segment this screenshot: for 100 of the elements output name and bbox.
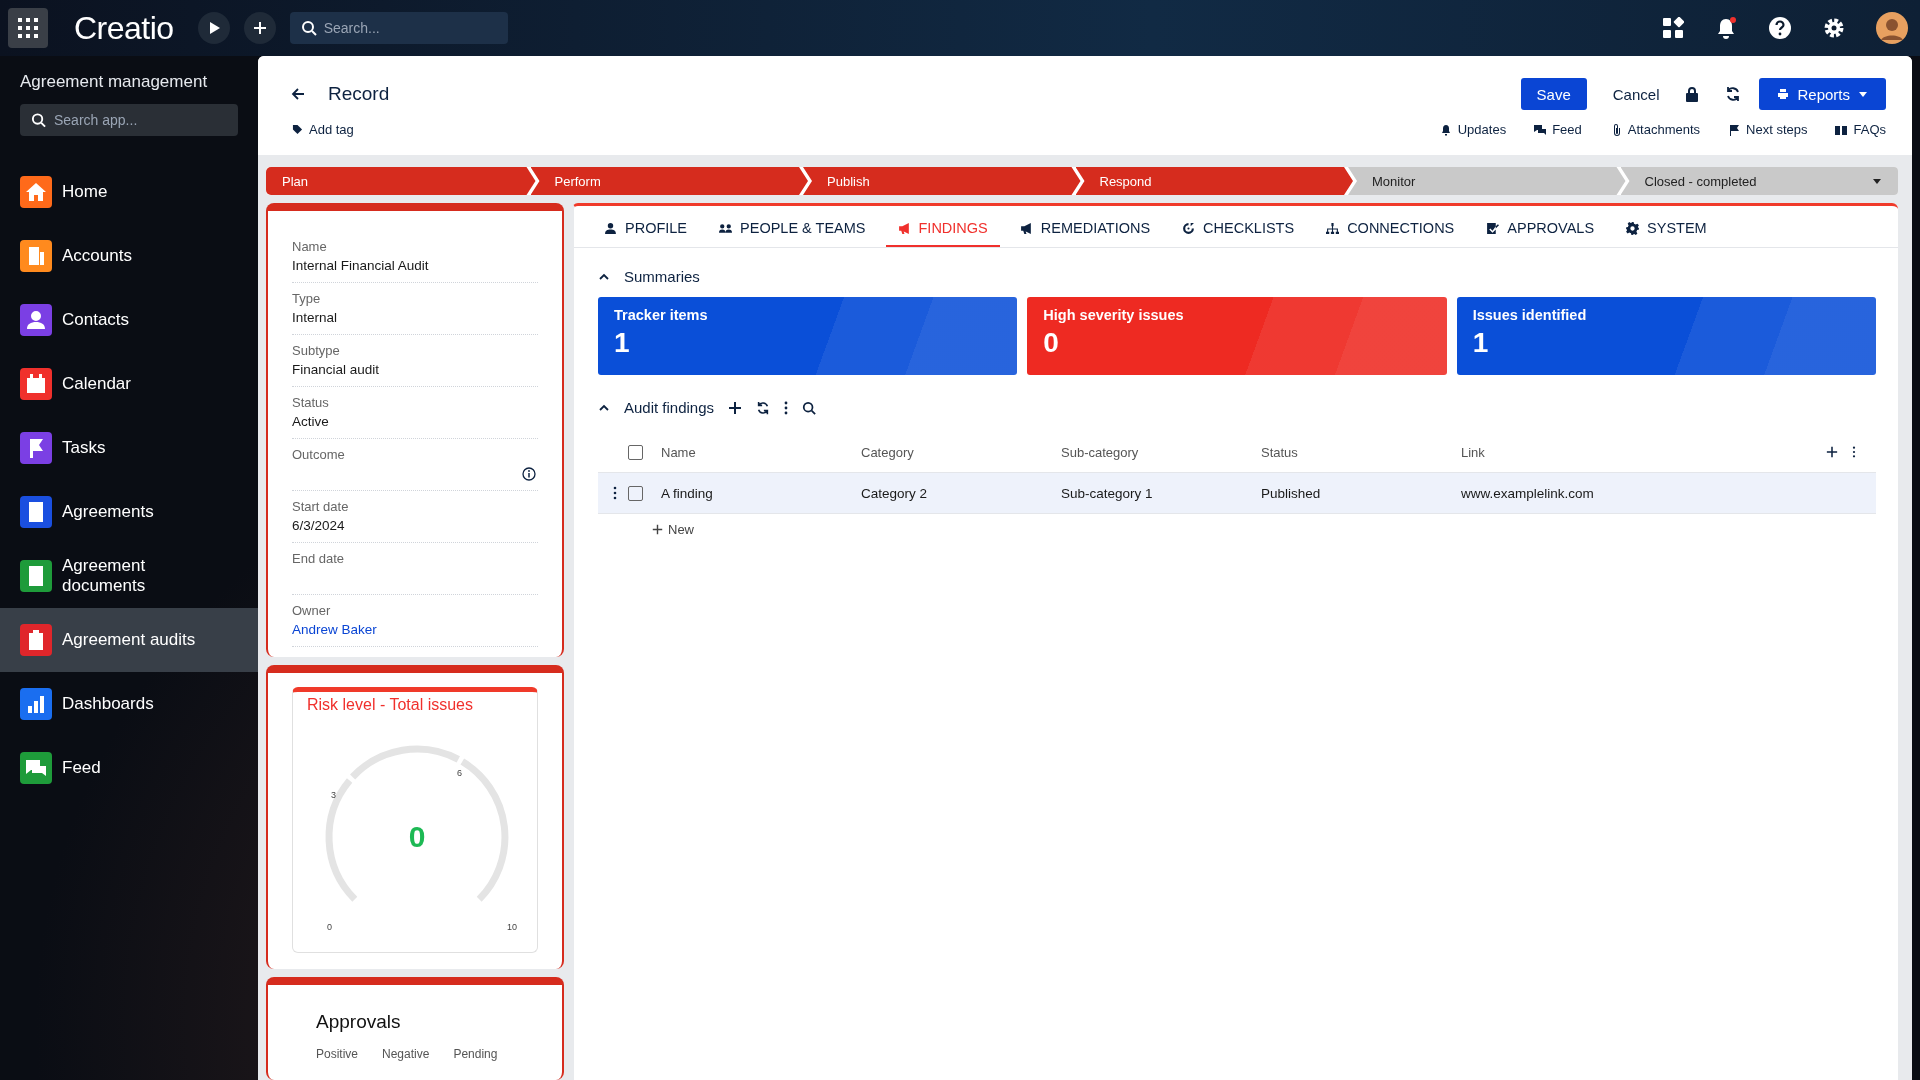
stage-step[interactable]: Plan [266, 167, 536, 195]
owner-link[interactable]: Andrew Baker [292, 622, 377, 637]
table-cell-text: Published [1261, 485, 1322, 501]
column-header[interactable]: Category [861, 444, 1061, 460]
more-icon[interactable] [784, 400, 789, 415]
stage-step[interactable]: Monitor [1348, 167, 1626, 195]
summary-card[interactable]: High severity issues 0 [1027, 297, 1447, 375]
cancel-button[interactable]: Cancel [1612, 85, 1660, 103]
header-link[interactable]: Feed [1534, 122, 1582, 137]
section-title: Summaries [624, 268, 700, 285]
column-header[interactable]: Sub-category [1061, 444, 1261, 460]
widget-title: Risk level - Total issues [307, 696, 474, 714]
add-icon[interactable] [728, 400, 743, 415]
header-link[interactable]: Attachments [1609, 122, 1701, 137]
stage-step[interactable]: Publish [803, 167, 1081, 195]
refresh-icon[interactable] [756, 400, 771, 415]
column-header[interactable]: Name [661, 444, 861, 460]
sidebar-item[interactable]: Feed [0, 736, 258, 800]
bell-icon [1439, 123, 1452, 136]
checkbox[interactable] [628, 485, 643, 501]
sidebar-item[interactable]: Contacts [0, 288, 258, 352]
megaphone-icon [1019, 221, 1033, 235]
target-icon [1182, 221, 1196, 235]
help-icon[interactable] [1768, 16, 1792, 40]
header-link[interactable]: Updates [1439, 122, 1507, 137]
lock-icon[interactable] [1685, 86, 1700, 102]
section-title: Audit findings [624, 399, 715, 416]
tab[interactable]: SYSTEM [1614, 210, 1719, 247]
tab[interactable]: PEOPLE & TEAMS [707, 210, 878, 247]
card-label: High severity issues [1043, 307, 1185, 323]
sidebar-item[interactable]: Home [0, 160, 258, 224]
header-link[interactable]: Next steps [1728, 122, 1808, 137]
tab[interactable]: APPROVALS [1474, 210, 1607, 247]
add-tag-link[interactable]: Add tag [292, 122, 354, 137]
add-button[interactable] [243, 12, 276, 44]
person-icon [604, 221, 617, 235]
column-header[interactable]: Status [1261, 444, 1461, 460]
field-label: Status [292, 395, 330, 410]
field-value: Financial audit [292, 362, 380, 377]
gear-icon [1626, 221, 1640, 235]
summary-card[interactable]: Issues identified 1 [1456, 297, 1876, 375]
table-cell-text: Category 2 [861, 485, 929, 501]
tag-icon [292, 124, 303, 135]
section-title: Approvals [316, 1011, 401, 1032]
tab[interactable]: PROFILE [592, 210, 700, 247]
sidebar-item[interactable]: Accounts [0, 224, 258, 288]
sidebar-item[interactable]: Dashboards [0, 672, 258, 736]
avatar[interactable] [1876, 12, 1908, 44]
table-cell-text: Sub-category 1 [1061, 485, 1154, 501]
table-cell-text: www.examplelink.com [1461, 485, 1595, 501]
stage-step[interactable]: Respond [1075, 167, 1353, 195]
info-icon[interactable] [522, 466, 536, 481]
search-icon[interactable] [802, 400, 817, 415]
hierarchy-icon [1326, 221, 1340, 235]
gauge-tick: 10 [507, 922, 517, 932]
tab[interactable]: CHECKLISTS [1170, 210, 1307, 247]
people-icon [719, 221, 733, 235]
header-link[interactable]: FAQs [1835, 122, 1886, 137]
more-icon[interactable] [1852, 446, 1856, 458]
flag-icon [1728, 123, 1741, 136]
run-button[interactable] [197, 12, 230, 44]
table-cell-text: A finding [661, 485, 714, 501]
search-field[interactable]: Search app... [20, 104, 238, 136]
settings-icon[interactable] [1822, 16, 1846, 40]
column-header[interactable]: Link [1461, 444, 1661, 460]
stage-step[interactable]: Perform [530, 167, 808, 195]
summary-card[interactable]: Tracker items 1 [598, 297, 1018, 375]
card-value: 0 [1043, 327, 1060, 359]
table-row[interactable]: A finding Category 2 Sub-category 1 Published www.examplelink.com [598, 473, 1876, 514]
megaphone-icon [897, 221, 911, 235]
sidebar-item[interactable]: Agreement audits [0, 608, 258, 672]
tab[interactable]: CONNECTIONS [1314, 210, 1467, 247]
back-arrow-icon[interactable] [290, 86, 306, 102]
card-label: Issues identified [1472, 307, 1588, 323]
save-button[interactable]: Save [1520, 78, 1587, 110]
new-row-button[interactable]: New [652, 522, 694, 537]
add-icon[interactable] [1826, 446, 1838, 458]
field-value: Internal [292, 310, 338, 325]
sidebar-item[interactable]: Agreement documents [0, 544, 258, 608]
tab[interactable]: REMEDIATIONS [1007, 210, 1163, 247]
app-title: Agreement management [19, 71, 209, 93]
reports-button[interactable]: Reports [1759, 78, 1886, 110]
sidebar-item[interactable]: Tasks [0, 416, 258, 480]
plus-icon [252, 21, 267, 35]
checkbox[interactable] [628, 444, 643, 460]
sidebar-item[interactable]: Calendar [0, 352, 258, 416]
stage-step[interactable]: Closed - completed [1620, 167, 1898, 195]
refresh-icon[interactable] [1725, 86, 1742, 102]
card-value: 1 [1472, 327, 1490, 359]
tab[interactable]: FINDINGS [885, 210, 1000, 247]
apps-menu-button[interactable] [8, 8, 48, 48]
plus-icon [652, 524, 663, 535]
search-field[interactable]: Search... [289, 12, 508, 44]
field-value: Internal Financial Audit [292, 258, 429, 273]
logo: Creatio [74, 9, 174, 47]
printer-icon [1777, 88, 1790, 100]
gauge-tick: 0 [327, 922, 332, 932]
sidebar-item[interactable]: Agreements [0, 480, 258, 544]
grid-icon[interactable] [1662, 17, 1684, 39]
field-value: Active [292, 414, 329, 429]
